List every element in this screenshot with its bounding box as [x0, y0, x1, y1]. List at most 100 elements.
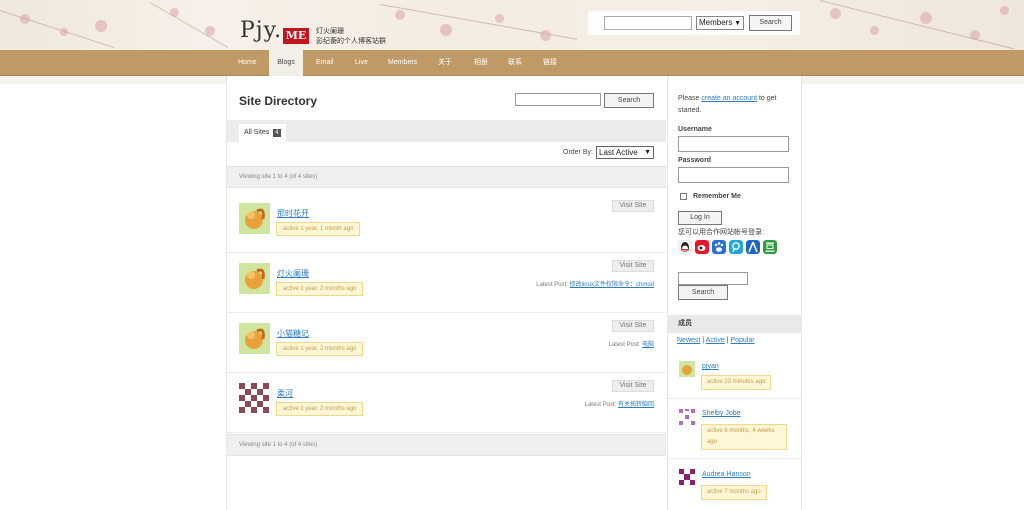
- member-name-link[interactable]: Audrea Hanson: [702, 471, 751, 478]
- username-field[interactable]: [678, 136, 789, 152]
- member-avatar[interactable]: [679, 469, 695, 485]
- blossom-decoration: [170, 8, 179, 17]
- tabs-bar: [227, 120, 666, 142]
- blossom-decoration: [495, 14, 504, 23]
- logo-badge: ME: [283, 28, 309, 44]
- viewing-count: Viewing site 1 to 4 (of 4 sites): [239, 174, 318, 180]
- nav-item-blogs[interactable]: Blogs: [269, 50, 303, 76]
- latest-post: Latest Post: 电脑: [609, 339, 654, 348]
- member-avatar[interactable]: [679, 409, 695, 425]
- member-active-badge: active 23 minutes ago: [701, 375, 772, 390]
- blossom-decoration: [395, 10, 405, 20]
- page-title: Site Directory: [239, 94, 318, 108]
- tab-all-sites-label: All Sites: [244, 129, 270, 136]
- sidebar-search-button[interactable]: Search: [678, 285, 728, 300]
- site-logo[interactable]: Pjy.: [240, 18, 282, 43]
- chevron-down-icon: ▼: [644, 149, 651, 156]
- site-active-badge: active 1 year, 2 months ago: [276, 282, 364, 296]
- blossom-decoration: [20, 14, 30, 24]
- nav-item-contact[interactable]: 联系: [508, 50, 522, 76]
- search-scope-select[interactable]: Members ▼: [696, 16, 744, 30]
- nav-item-about[interactable]: 关于: [438, 50, 452, 76]
- member-name-link[interactable]: pjyan: [702, 363, 719, 370]
- blossom-decoration: [870, 26, 879, 35]
- latest-post-label: Latest Post:: [608, 342, 641, 348]
- latest-post-link[interactable]: 修改linux文件权限命令：chmod: [570, 282, 654, 288]
- login-button[interactable]: Log In: [678, 211, 722, 225]
- member-item: pjyan active 23 minutes ago: [667, 352, 801, 399]
- visit-site-button[interactable]: Visit Site: [612, 320, 654, 332]
- search-scope-value: Members: [699, 18, 733, 27]
- weibo-icon[interactable]: [695, 240, 709, 254]
- social-login-text: 您可以用合作网站帐号登录:: [678, 229, 764, 236]
- renren-icon[interactable]: [746, 240, 760, 254]
- site-avatar[interactable]: [239, 203, 270, 234]
- directory-search-button[interactable]: Search: [604, 93, 654, 108]
- site-name-link[interactable]: 柔河: [277, 388, 293, 399]
- username-label: Username: [678, 126, 712, 133]
- latest-post-link[interactable]: 电脑: [642, 342, 654, 348]
- order-by-label: Order By:: [563, 149, 593, 156]
- nav-item-live[interactable]: Live: [355, 50, 368, 76]
- directory-search-input[interactable]: [515, 93, 601, 106]
- site-avatar[interactable]: [239, 383, 270, 414]
- members-tab-popular[interactable]: Popular: [730, 337, 754, 344]
- baidu-icon[interactable]: [712, 240, 726, 254]
- site-name-link[interactable]: 那时花开: [277, 208, 309, 219]
- chevron-down-icon: ▼: [734, 20, 741, 27]
- site-name-link[interactable]: 灯火阑珊: [277, 268, 309, 279]
- header-search-input[interactable]: [604, 16, 692, 30]
- site-row: 小猫糖记 active 1 year, 2 months ago Visit S…: [227, 313, 666, 373]
- member-avatar[interactable]: [679, 361, 695, 377]
- site-name-link[interactable]: 小猫糖记: [277, 328, 309, 339]
- pagination-count-top: Viewing site 1 to 4 (of 4 sites): [227, 166, 666, 188]
- blossom-decoration: [1000, 6, 1009, 15]
- douban-icon[interactable]: [763, 240, 777, 254]
- blossom-decoration: [970, 30, 980, 40]
- blossom-decoration: [205, 26, 215, 36]
- remember-me-checkbox[interactable]: [680, 193, 687, 200]
- nav-item-members[interactable]: Members: [388, 50, 417, 76]
- nav-item-album[interactable]: 相册: [474, 50, 488, 76]
- members-tab-newest[interactable]: Newest: [677, 337, 700, 344]
- viewing-count: Viewing site 1 to 4 (of 4 sites): [239, 442, 318, 448]
- latest-post-label: Latest Post:: [536, 282, 568, 288]
- latest-post: Latest Post: 有关拓转脑回: [585, 399, 654, 408]
- tab-all-sites[interactable]: All Sites 4: [239, 124, 286, 142]
- site-active-badge: active 1 year, 1 month ago: [276, 222, 361, 236]
- member-item: Audrea Hanson active 7 months ago: [667, 459, 801, 510]
- visit-site-button[interactable]: Visit Site: [612, 380, 654, 392]
- site-row: 灯火阑珊 active 1 year, 2 months ago Visit S…: [227, 253, 666, 313]
- order-by-value: Last Active: [599, 148, 638, 157]
- header-search-button[interactable]: Search: [749, 15, 792, 31]
- site-active-badge: active 1 year, 2 months ago: [276, 342, 364, 356]
- sidebar-search-input[interactable]: [678, 272, 748, 285]
- nav-item-home[interactable]: Home: [238, 50, 257, 76]
- tencent-weibo-icon[interactable]: [729, 240, 743, 254]
- members-tab-active[interactable]: Active: [706, 337, 725, 344]
- member-name-link[interactable]: Shelby Jobe: [702, 410, 741, 417]
- blossom-decoration: [540, 30, 551, 41]
- blossom-decoration: [60, 28, 68, 36]
- signup-prompt-before: Please: [678, 95, 702, 102]
- visit-site-button[interactable]: Visit Site: [612, 200, 654, 212]
- nav-item-email[interactable]: Email: [316, 50, 334, 76]
- signup-prompt: Please create an account to get started.: [678, 93, 796, 117]
- tab-count-badge: 4: [273, 129, 281, 137]
- site-avatar[interactable]: [239, 263, 270, 294]
- create-account-link[interactable]: create an account: [701, 95, 757, 102]
- member-item: Shelby Jobe active 6 months, 4 weeks ago: [667, 399, 801, 459]
- header-search: Members ▼ Search: [588, 11, 800, 35]
- blossom-decoration: [830, 8, 841, 19]
- latest-post-link[interactable]: 有关拓转脑回: [618, 402, 654, 408]
- branch-decoration: [819, 0, 1015, 50]
- branch-decoration: [149, 2, 229, 48]
- password-field[interactable]: [678, 167, 789, 183]
- order-by-select[interactable]: Last Active ▼: [596, 146, 654, 159]
- site-active-badge: active 1 year, 2 months ago: [276, 402, 364, 416]
- nav-item-links[interactable]: 链接: [543, 50, 557, 76]
- site-avatar[interactable]: [239, 323, 270, 354]
- qq-icon[interactable]: [678, 240, 692, 254]
- site-row: 那时花开 active 1 year, 1 month ago Visit Si…: [227, 193, 666, 253]
- visit-site-button[interactable]: Visit Site: [612, 260, 654, 272]
